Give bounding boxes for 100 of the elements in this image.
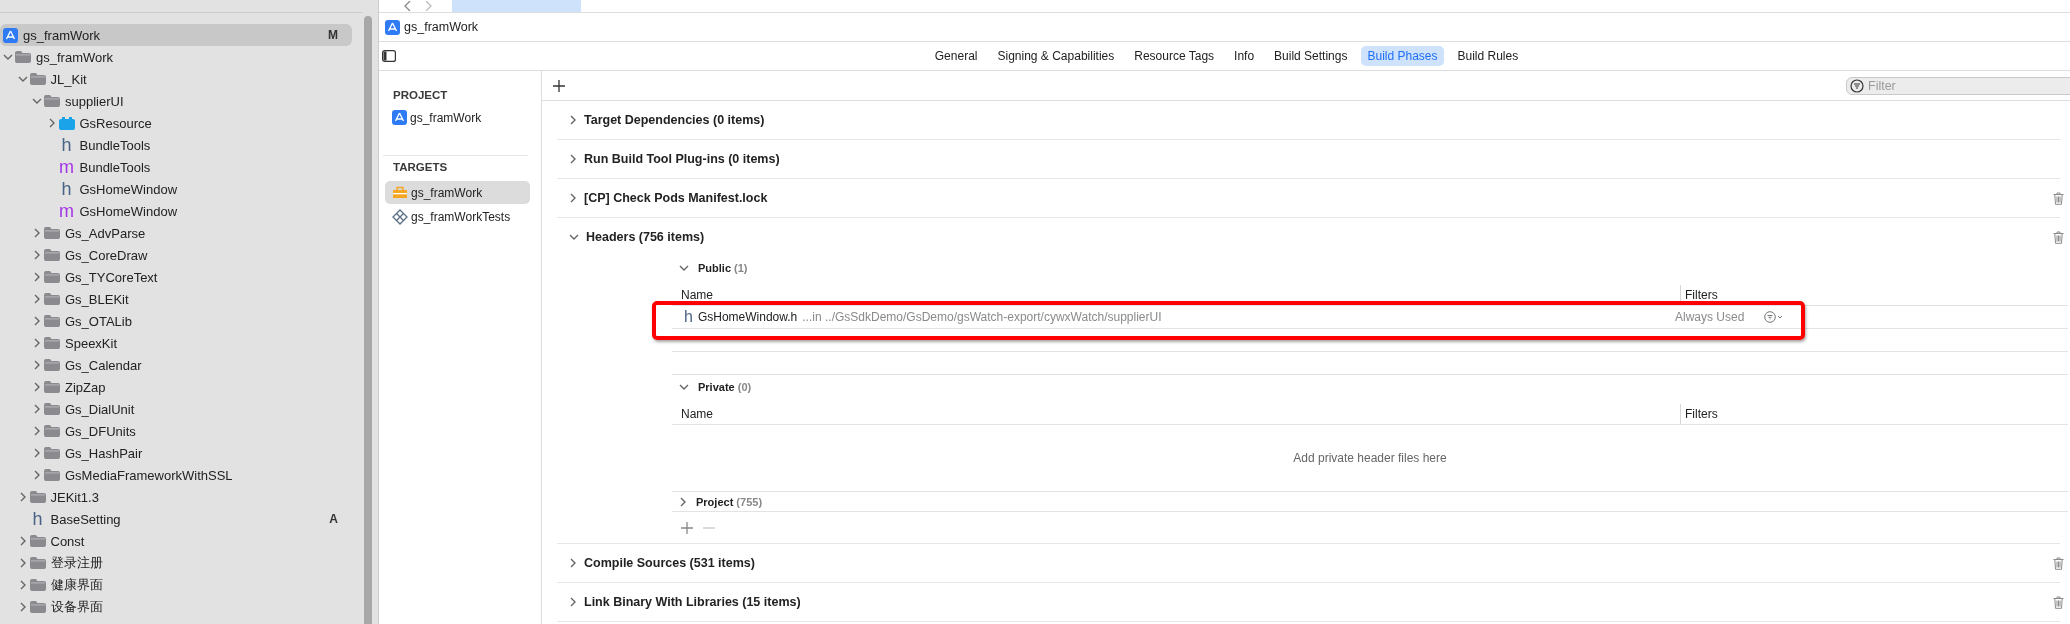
- column-header: Name: [680, 406, 714, 423]
- chevron-right-icon[interactable]: [33, 250, 41, 260]
- chevron-right-icon[interactable]: [33, 228, 41, 238]
- filter-menu-icon[interactable]: [1764, 311, 1785, 323]
- navigator-item[interactable]: Gs_TYCoreText: [0, 266, 352, 288]
- project-icon: [2, 27, 18, 43]
- navigator-item[interactable]: h GsHomeWindow: [0, 178, 352, 200]
- chevron-right-icon[interactable]: [33, 360, 41, 370]
- navigator-item[interactable]: m GsHomeWindow: [0, 200, 352, 222]
- tab[interactable]: Build Settings: [1268, 46, 1354, 66]
- navigator-item[interactable]: Gs_DialUnit: [0, 398, 352, 420]
- item-label: gs_framWorkTests: [411, 209, 511, 224]
- trash-icon[interactable]: [2053, 191, 2064, 205]
- navigator-item[interactable]: 设备界面: [0, 596, 352, 618]
- chevron-down-icon[interactable]: [3, 53, 13, 61]
- chevron-right-icon[interactable]: [33, 272, 41, 282]
- chevron-right-icon[interactable]: [33, 338, 41, 348]
- filter-icon: [1850, 78, 1864, 93]
- file-type-icon: h: [32, 511, 43, 527]
- tab[interactable]: Resource Tags: [1128, 46, 1221, 66]
- list-item[interactable]: gs_framWorkTests: [385, 205, 530, 228]
- item-label: JL_Kit: [50, 71, 88, 87]
- item-label: GsResource: [79, 115, 153, 131]
- navigator-item[interactable]: GsResource: [0, 112, 352, 134]
- navigator-item[interactable]: gs_framWork: [0, 46, 352, 68]
- navigator-item[interactable]: JL_Kit: [0, 68, 352, 90]
- trash-icon[interactable]: [2053, 556, 2064, 570]
- item-label: gs_framWork: [36, 49, 115, 65]
- tab[interactable]: Build Phases: [1361, 46, 1444, 66]
- navigator-item[interactable]: Gs_CoreDraw: [0, 244, 352, 266]
- chevron-right-icon[interactable]: [18, 602, 27, 612]
- chevron-down-icon[interactable]: [679, 264, 689, 272]
- chevron-down-icon[interactable]: [679, 383, 689, 391]
- chevron-right-icon[interactable]: [33, 448, 41, 458]
- item-label: Gs_CoreDraw: [65, 247, 149, 263]
- chevron-right-icon[interactable]: [569, 115, 577, 125]
- phase-title: Run Build Tool Plug-ins (0 items): [584, 152, 780, 166]
- chevron-right-icon[interactable]: [18, 558, 27, 568]
- navigator-item[interactable]: h BaseSetting A: [0, 508, 352, 530]
- chevron-right-icon[interactable]: [18, 492, 27, 502]
- navigator-item[interactable]: GsMediaFrameworkWithSSL: [0, 464, 352, 486]
- navigator-item[interactable]: 登录注册: [0, 552, 352, 574]
- chevron-right-icon[interactable]: [679, 496, 687, 507]
- file-type-icon: m: [59, 203, 74, 219]
- chevron-right-icon[interactable]: [33, 316, 41, 326]
- item-label: 登录注册: [50, 554, 104, 572]
- list-item[interactable]: gs_framWork: [385, 106, 530, 129]
- chevron-right-icon[interactable]: [569, 154, 577, 164]
- chevron-right-icon[interactable]: [18, 536, 27, 546]
- chevron-right-icon[interactable]: [33, 404, 41, 414]
- navigator-item[interactable]: Gs_OTALib: [0, 310, 352, 332]
- back-icon[interactable]: [404, 1, 412, 11]
- chevron-right-icon[interactable]: [569, 193, 577, 203]
- navigator-item[interactable]: JEKit1.3: [0, 486, 352, 508]
- item-label: Const: [50, 533, 86, 549]
- navigator-item[interactable]: SpeexKit: [0, 332, 352, 354]
- trash-icon[interactable]: [2053, 595, 2064, 609]
- navigator-item[interactable]: ZipZap: [0, 376, 352, 398]
- chevron-right-icon[interactable]: [18, 580, 27, 590]
- navigator-item[interactable]: supplierUI: [0, 90, 352, 112]
- item-label: Gs_TYCoreText: [65, 269, 159, 285]
- chevron-right-icon[interactable]: [569, 597, 577, 607]
- navigator-item[interactable]: m BundleTools: [0, 156, 352, 178]
- breadcrumb[interactable]: gs_framWork: [404, 20, 479, 34]
- sidebar-toggle-icon[interactable]: [382, 50, 396, 62]
- add-icon[interactable]: [553, 79, 565, 92]
- chevron-right-icon[interactable]: [33, 382, 41, 392]
- navigator-item[interactable]: Gs_BLEKit: [0, 288, 352, 310]
- navigator-item[interactable]: Gs_DFUnits: [0, 420, 352, 442]
- filter-field[interactable]: Filter: [1846, 76, 2070, 95]
- project-icon: [392, 110, 407, 125]
- chevron-right-icon[interactable]: [33, 470, 41, 480]
- scrollbar[interactable]: [364, 16, 372, 624]
- tab[interactable]: Signing & Capabilities: [991, 46, 1121, 66]
- chevron-right-icon[interactable]: [33, 294, 41, 304]
- item-label: gs_framWork: [410, 110, 482, 125]
- file-path: ...in ../GsSdkDemo/GsDemo/gsWatch-export/cywxWatch/supplierUI: [802, 310, 1162, 324]
- list-item[interactable]: gs_framWork: [385, 181, 530, 204]
- tab[interactable]: Info: [1228, 46, 1261, 66]
- chevron-right-icon[interactable]: [569, 558, 577, 568]
- navigator-item[interactable]: Const: [0, 530, 352, 552]
- navigator-item[interactable]: h BundleTools: [0, 134, 352, 156]
- chevron-down-icon[interactable]: [17, 75, 28, 83]
- tab[interactable]: Build Rules: [1451, 46, 1525, 66]
- folder-icon: [29, 579, 46, 591]
- tab[interactable]: General: [928, 46, 984, 66]
- navigator-item[interactable]: Gs_HashPair: [0, 442, 352, 464]
- navigator-item[interactable]: Gs_Calendar: [0, 354, 352, 376]
- chevron-right-icon[interactable]: [33, 426, 41, 436]
- column-header: Filters: [1680, 404, 1794, 424]
- folder-icon: [44, 469, 60, 481]
- chevron-down-icon[interactable]: [32, 97, 42, 105]
- chevron-down-icon[interactable]: [569, 233, 579, 241]
- navigator-item[interactable]: 健康界面: [0, 574, 352, 596]
- trash-icon[interactable]: [2053, 230, 2064, 244]
- navigator-item[interactable]: Gs_AdvParse: [0, 222, 352, 244]
- chevron-right-icon[interactable]: [47, 118, 56, 128]
- item-label: Gs_OTALib: [65, 313, 133, 329]
- item-label: BaseSetting: [50, 511, 122, 527]
- navigator-item[interactable]: gs_framWork M: [0, 24, 352, 46]
